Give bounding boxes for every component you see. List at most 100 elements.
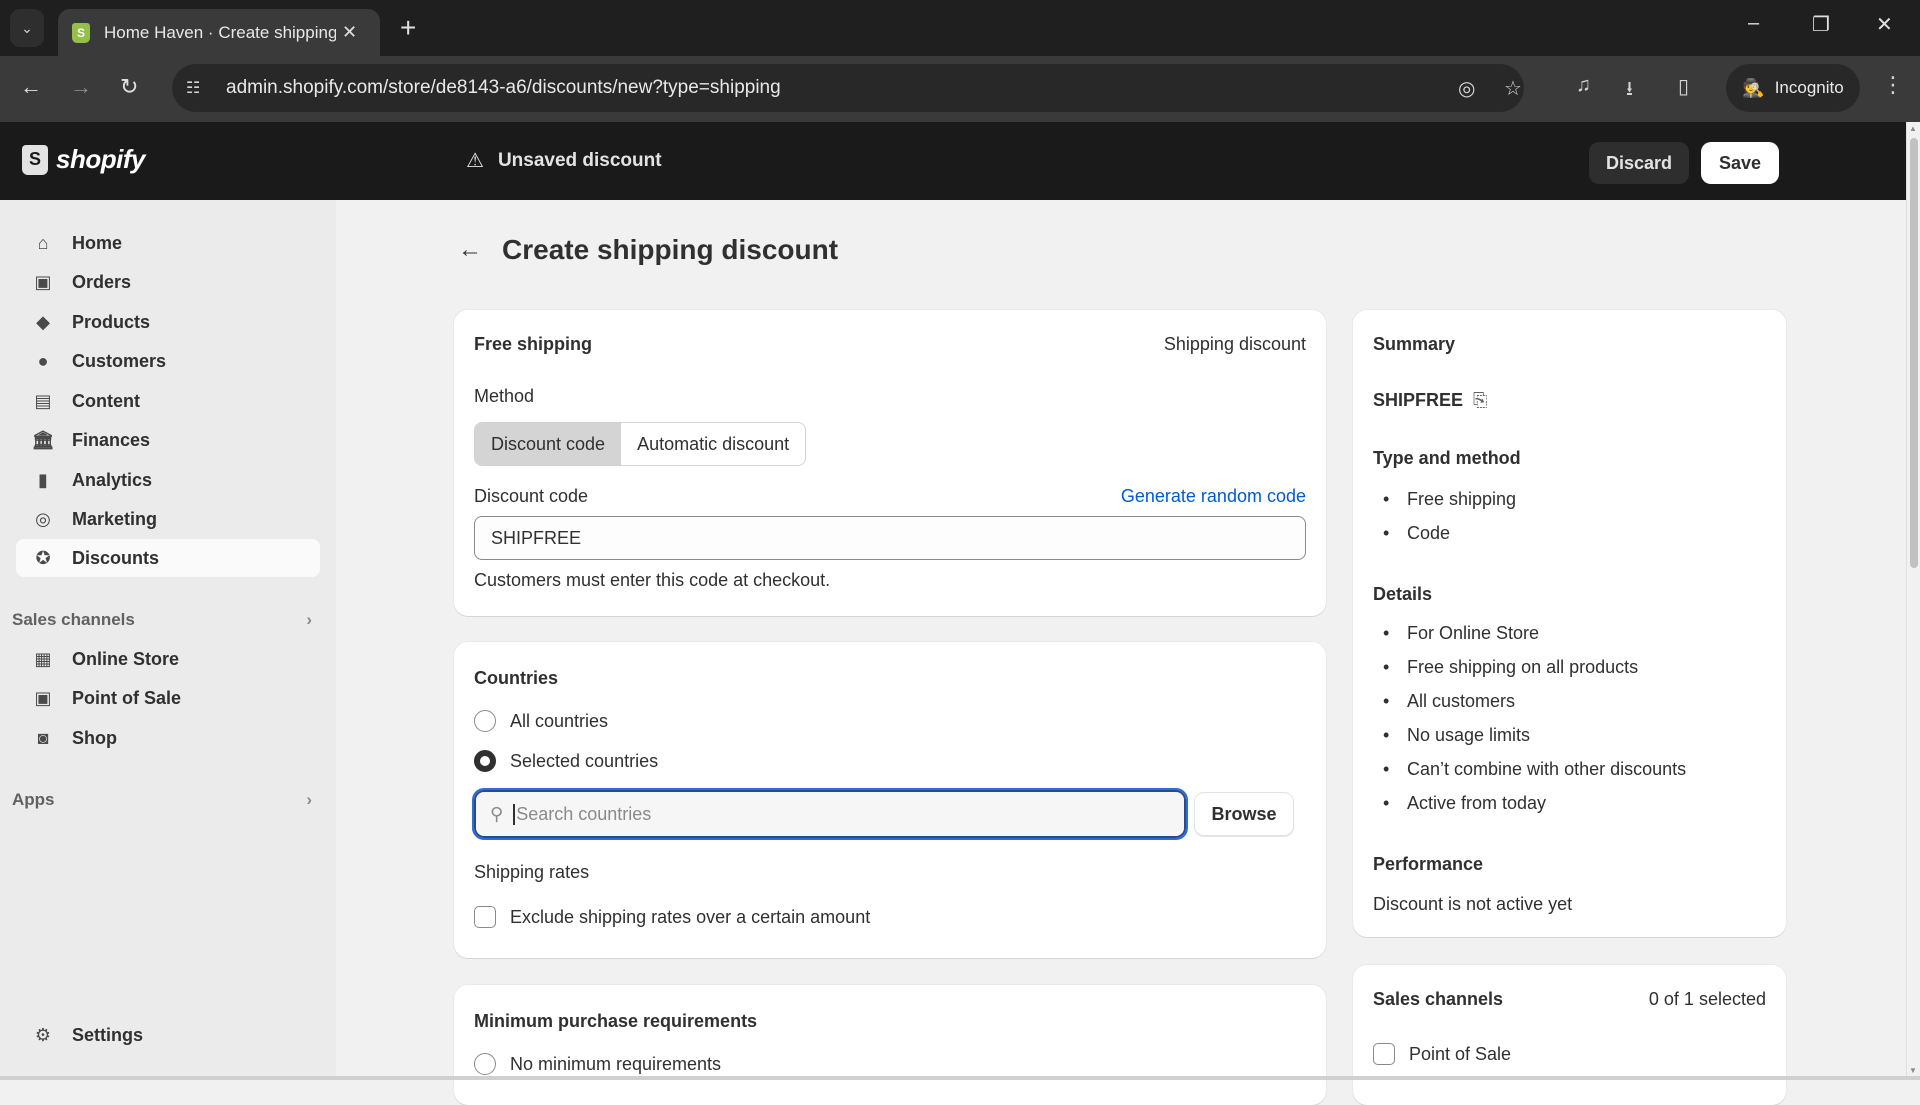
tab-search-dropdown[interactable]: ⌄ [10,9,44,47]
sales-channels-title: Sales channels [1373,989,1504,1009]
sidebar-item-analytics[interactable]: ▮ Analytics [16,461,320,499]
url-text[interactable]: admin.shopify.com/store/de8143-a6/discou… [226,77,781,99]
incognito-indicator[interactable]: 🕵 Incognito [1726,64,1860,112]
chevron-right-icon: › [306,610,312,629]
radio-no-minimum[interactable]: No minimum requirements [474,1053,721,1075]
sidebar-item-orders[interactable]: ▣ Orders [16,263,320,301]
bottom-edge [0,1076,1920,1080]
radio-all-countries[interactable]: All countries [474,710,608,732]
sidebar-item-products[interactable]: ◆ Products [16,303,320,341]
incognito-icon: 🕵 [1742,77,1765,98]
method-option-automatic-discount[interactable]: Automatic discount [621,423,805,465]
checkbox[interactable] [1373,1043,1395,1065]
minimize-window-button[interactable]: – [1748,12,1759,35]
discount-code-input[interactable]: SHIPFREE [474,516,1306,560]
download-icon[interactable]: ⭳ [1626,74,1633,108]
bookmark-star-icon[interactable]: ☆ [1504,76,1522,101]
performance-text: Discount is not active yet [1373,894,1573,914]
radio-selected-countries[interactable]: Selected countries [474,750,658,772]
close-tab-icon[interactable]: ✕ [342,22,357,43]
back-button[interactable]: ← [20,74,42,100]
sidebar-item-label: Finances [72,429,151,450]
warning-icon: ⚠ [466,150,484,172]
sidebar-item-label: Orders [72,271,132,292]
search-icon: ⚲ [490,803,504,824]
sales-channels-section-header[interactable]: Sales channels › [12,610,312,630]
restore-window-button[interactable]: ❐ [1812,12,1830,37]
back-arrow-icon[interactable]: ← [458,236,482,264]
sidebar-item-home[interactable]: ⌂ Home [16,224,320,262]
discount-type-label: Shipping discount [1163,334,1306,354]
radio-label: No minimum requirements [510,1053,722,1074]
close-window-button[interactable]: ✕ [1876,12,1893,37]
generate-random-code-link[interactable]: Generate random code [1121,486,1306,507]
person-icon: ● [37,350,49,371]
checkbox-label: Exclude shipping rates over a certain am… [510,906,871,927]
browser-tab-active[interactable]: S Home Haven · Create shipping ✕ [58,9,380,56]
sidebar-item-label: Products [72,311,151,332]
sidebar-item-label: Shop [72,727,117,748]
reload-button[interactable]: ↻ [120,74,138,100]
shopify-wordmark: shopify [56,144,145,174]
scrollbar-thumb[interactable] [1910,138,1918,568]
scroll-down-arrow-icon[interactable]: ▼ [1909,1066,1917,1075]
sidebar-item-label: Analytics [72,469,153,490]
chevron-down-icon: ⌄ [21,19,33,36]
summary-code: SHIPFREE ⎘ [1373,390,1487,411]
sidebar-item-content[interactable]: ▤ Content [16,382,320,420]
scroll-up-arrow-icon[interactable]: ▲ [1909,124,1917,133]
exclude-shipping-rates-option[interactable]: Exclude shipping rates over a certain am… [474,906,870,928]
method-label: Method [474,386,535,406]
type-method-title: Type and method [1373,448,1521,468]
radio-button[interactable] [474,1053,496,1075]
new-tab-button[interactable]: + [400,12,416,44]
sidebar-item-label: Discounts [72,547,160,568]
checkbox[interactable] [474,906,496,928]
sales-channels-label: Sales channels [12,610,135,629]
copy-clipboard-icon[interactable]: ⎘ [1473,390,1487,411]
radio-label: Selected countries [510,750,659,771]
type-method-list: Free shipping Code [1383,482,1516,550]
sidebar-item-point-of-sale[interactable]: ▣ Point of Sale [16,679,320,717]
shopify-logo[interactable]: S shopify [22,144,145,175]
sidebar-item-settings[interactable]: ⚙ Settings [16,1016,320,1054]
tracking-protection-icon[interactable]: ◎ [1458,76,1475,101]
sidebar-item-online-store[interactable]: ▦ Online Store [16,640,320,678]
discard-button[interactable]: Discard [1589,142,1689,184]
list-item: All customers [1383,684,1686,718]
save-button[interactable]: Save [1701,142,1779,184]
browser-menu-icon[interactable]: ⋮ [1882,72,1904,98]
method-option-discount-code[interactable]: Discount code [475,423,622,465]
sidebar-item-customers[interactable]: ● Customers [16,342,320,380]
search-countries-input[interactable]: ⚲ Search countries [472,788,1188,840]
apps-section-header[interactable]: Apps › [12,790,312,810]
sidebar-item-shop[interactable]: ◙ Shop [16,719,320,757]
sidebar-nav: ⌂ Home ▣ Orders ◆ Products ● Customers ▤… [0,200,336,1080]
discount-method-card: Free shipping Shipping discount Method D… [454,310,1326,616]
side-panel-icon[interactable]: ▯ [1678,74,1689,99]
page-scrollbar[interactable]: ▲ ▼ [1906,122,1920,1080]
list-item: Can’t combine with other discounts [1383,752,1686,786]
summary-card: Summary SHIPFREE ⎘ Type and method Free … [1353,310,1786,937]
sidebar-item-discounts[interactable]: ✪ Discounts [16,539,320,577]
sidebar-item-finances[interactable]: 🏛 Finances [16,421,320,459]
list-item: Code [1383,516,1516,550]
sales-channels-count: 0 of 1 selected [1648,989,1766,1009]
discount-code-help-text: Customers must enter this code at checko… [474,570,831,590]
browse-countries-button[interactable]: Browse [1194,792,1294,836]
address-bar[interactable]: ☷ admin.shopify.com/store/de8143-a6/disc… [172,64,1524,112]
media-control-icon[interactable]: ♫ [1576,74,1591,97]
search-placeholder: Search countries [513,803,651,825]
site-info-icon[interactable]: ☷ [186,78,216,98]
forward-button[interactable]: → [70,74,92,100]
sales-channels-card: Sales channels 0 of 1 selected Point of … [1353,965,1786,1105]
radio-button-checked[interactable] [474,750,496,772]
radio-button[interactable] [474,710,496,732]
sidebar-item-marketing[interactable]: ◎ Marketing [16,500,320,538]
content-icon: ▤ [34,390,52,411]
sales-channel-point-of-sale[interactable]: Point of Sale [1373,1043,1511,1065]
bank-icon: 🏛 [31,429,55,450]
method-segmented-control: Discount code Automatic discount [474,422,807,466]
sidebar-item-label: Home [72,232,123,253]
sidebar-item-label: Online Store [72,648,180,669]
